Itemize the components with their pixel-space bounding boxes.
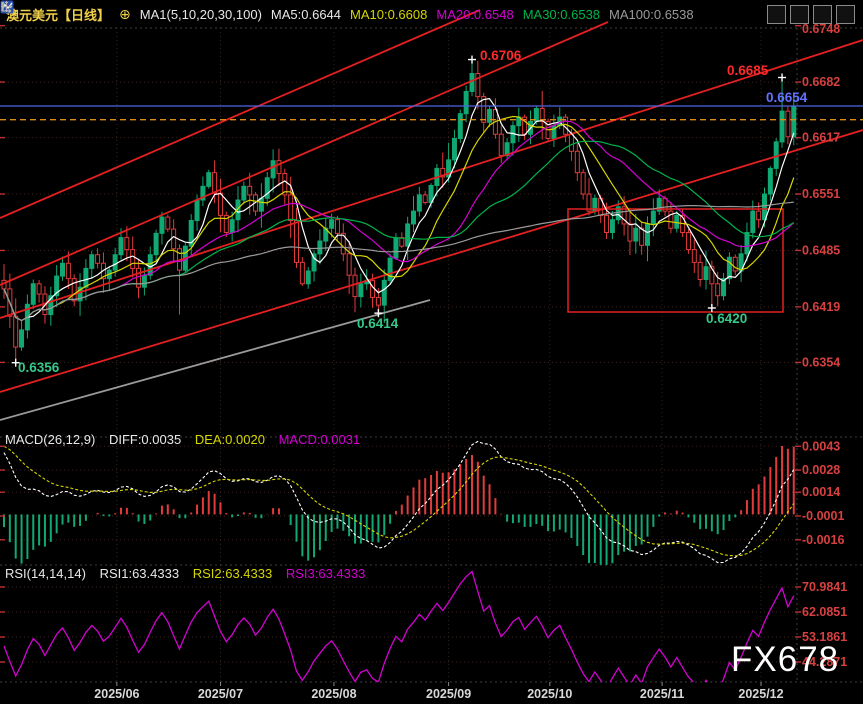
ma30-line	[4, 141, 794, 320]
svg-text:0.6682: 0.6682	[802, 75, 840, 89]
svg-text:0.6414: 0.6414	[357, 316, 399, 331]
macd-dea-line	[4, 446, 794, 556]
chart-app-window: 0.67480.66820.66170.65510.64850.64190.63…	[0, 0, 863, 704]
svg-text:-0.0016: -0.0016	[802, 533, 844, 547]
svg-text:0.6654: 0.6654	[766, 90, 808, 105]
svg-text:0.6354: 0.6354	[802, 355, 840, 369]
rsi-pane	[4, 571, 794, 694]
expand-icon[interactable]: ⊕	[119, 6, 131, 23]
axis-scale-up-button[interactable]	[790, 5, 809, 24]
svg-text:0.6617: 0.6617	[802, 131, 840, 145]
svg-text:0.0014: 0.0014	[802, 485, 840, 499]
svg-text:0.0043: 0.0043	[802, 439, 840, 453]
svg-text:0.6551: 0.6551	[802, 187, 840, 201]
symbol-title: 澳元美元【日线】	[6, 5, 110, 24]
chart-toolbar	[767, 5, 855, 24]
ma10-value: MA10:0.6608	[350, 7, 427, 22]
rsi-line	[4, 571, 794, 694]
macd-diff-line	[4, 442, 794, 563]
svg-text:0.6685: 0.6685	[727, 63, 769, 78]
ma5-value: MA5:0.6644	[271, 7, 341, 22]
ma30-value: MA30:0.6538	[523, 7, 600, 22]
svg-text:0.6706: 0.6706	[480, 48, 522, 63]
svg-text:62.0851: 62.0851	[802, 605, 847, 619]
ma100-value: MA100:0.6538	[609, 7, 694, 22]
svg-text:0.6419: 0.6419	[802, 300, 840, 314]
svg-text:2025/11: 2025/11	[640, 687, 685, 701]
pan-right-button[interactable]	[836, 5, 855, 24]
axis-scale-right-button[interactable]	[813, 5, 832, 24]
svg-text:2025/07: 2025/07	[198, 687, 243, 701]
svg-text:2025/08: 2025/08	[311, 687, 356, 701]
price-lines-layer	[0, 106, 863, 120]
svg-text:2025/12: 2025/12	[738, 687, 783, 701]
svg-text:2025/09: 2025/09	[426, 687, 471, 701]
macd-pane	[4, 442, 794, 568]
svg-text:0.6356: 0.6356	[18, 360, 60, 375]
chart-header: 澳元美元【日线】 ⊕ MA1(5,10,20,30,100) MA5:0.664…	[0, 0, 863, 28]
svg-text:53.1861: 53.1861	[802, 630, 847, 644]
month-labels-layer: 2025/06 2025/07 2025/08 2025/09 2025/10 2025/…	[94, 682, 783, 701]
ma-settings-label: MA1(5,10,20,30,100)	[140, 7, 262, 22]
svg-text:-0.0001: -0.0001	[802, 509, 844, 523]
chart-canvas[interactable]: 0.67480.66820.66170.65510.64850.64190.63…	[0, 0, 863, 704]
bar-right-arrow-icon	[0, 0, 13, 13]
svg-text:2025/10: 2025/10	[527, 687, 572, 701]
svg-text:2025/06: 2025/06	[94, 687, 139, 701]
grid-layer	[0, 28, 863, 682]
svg-text:0.6420: 0.6420	[706, 311, 747, 326]
move-tool-button[interactable]	[767, 5, 786, 24]
svg-text:44.2871: 44.2871	[802, 655, 847, 669]
svg-text:0.0028: 0.0028	[802, 463, 840, 477]
ma20-value: MA20:0.6548	[436, 7, 513, 22]
svg-text:70.9841: 70.9841	[802, 580, 847, 594]
svg-text:0.6485: 0.6485	[802, 243, 840, 257]
